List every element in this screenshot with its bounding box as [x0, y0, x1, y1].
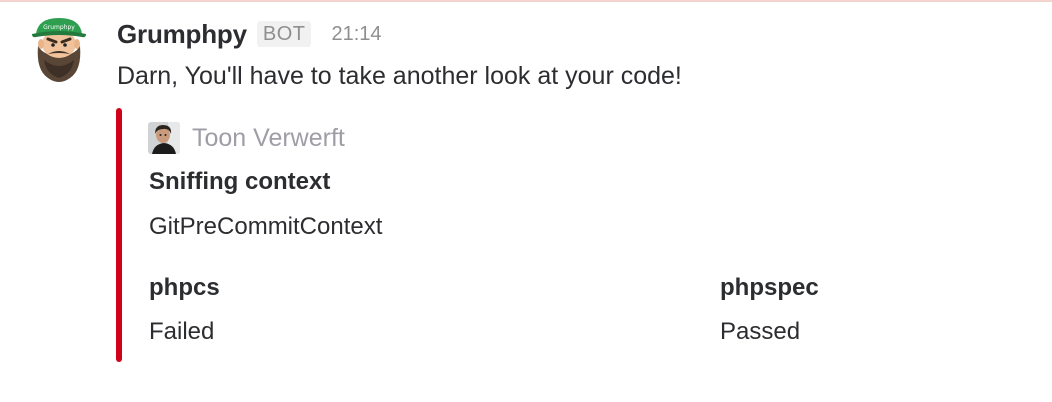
- attachment-author: Toon Verwerft: [148, 122, 345, 154]
- message-attachment: Toon Verwerft Sniffing context GitPreCom…: [116, 108, 876, 362]
- message-header: Grumphpy BOT 21:14: [117, 18, 382, 50]
- field-title-phpcs: phpcs: [149, 274, 220, 301]
- bot-avatar-icon[interactable]: Grumphpy: [28, 12, 90, 86]
- attachment-color-bar: [116, 108, 122, 362]
- sender-name[interactable]: Grumphpy: [117, 19, 247, 50]
- bot-badge: BOT: [256, 21, 312, 47]
- message-text: Darn, You'll have to take another look a…: [117, 62, 682, 90]
- field-value-sniffing-context: GitPreCommitContext: [149, 213, 383, 240]
- field-title-sniffing-context: Sniffing context: [149, 168, 331, 195]
- svg-text:Grumphpy: Grumphpy: [43, 24, 75, 31]
- chat-message: Grumphpy Grumphpy BOT 21:14 Darn, You'll…: [28, 12, 1028, 392]
- field-value-phpspec: Passed: [720, 318, 801, 345]
- message-timestamp[interactable]: 21:14: [331, 23, 381, 46]
- author-avatar-icon: [148, 122, 180, 154]
- field-title-phpspec: phpspec: [720, 274, 819, 301]
- author-name[interactable]: Toon Verwerft: [192, 124, 345, 153]
- message-divider: [0, 0, 1052, 2]
- field-value-phpcs: Failed: [149, 318, 215, 345]
